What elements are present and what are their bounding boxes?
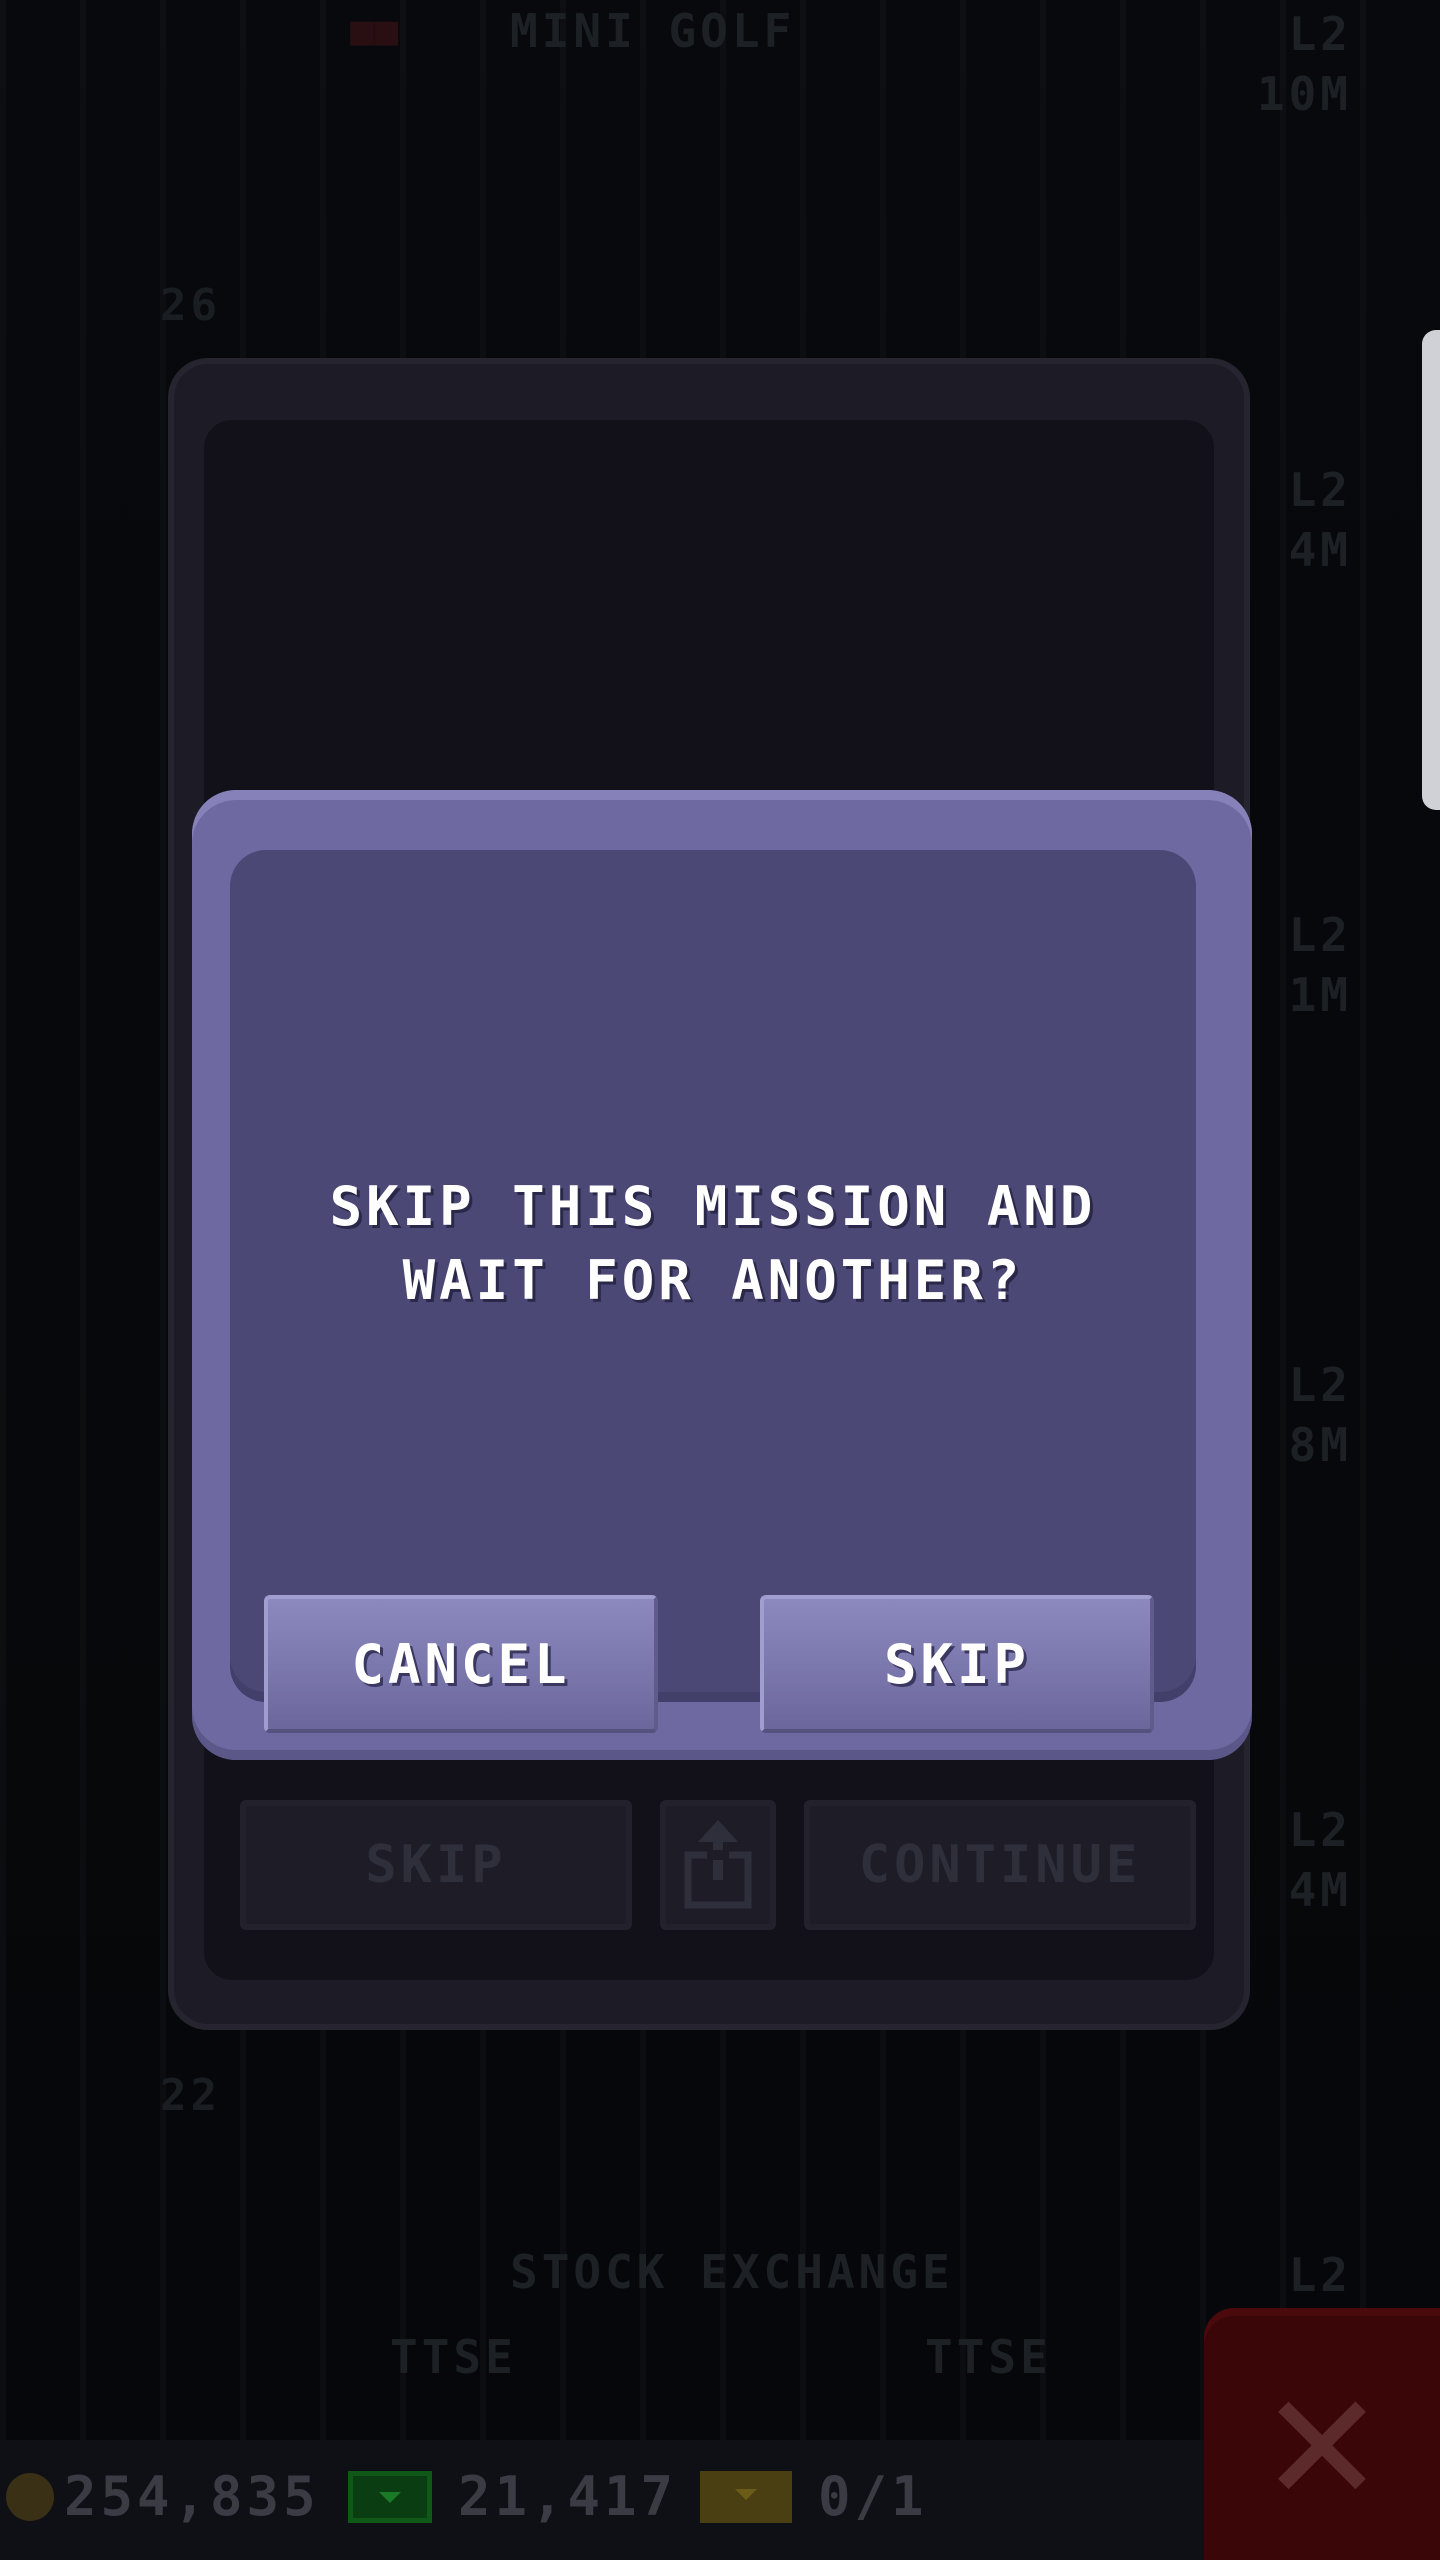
floor-number: 22: [160, 2070, 221, 2121]
stock-label: TTSE: [925, 2330, 1052, 2384]
floor-level: L2 1M: [1288, 908, 1352, 1022]
bux-counter: 21,417: [348, 2465, 677, 2528]
floor-level: L2 10M: [1256, 7, 1352, 121]
coins-value: 254,835: [64, 2465, 320, 2528]
stock-label: TTSE: [390, 2330, 517, 2384]
dialog-body: SKIP THIS MISSION AND WAIT FOR ANOTHER? …: [230, 850, 1196, 1733]
edge-panel-handle[interactable]: [1422, 330, 1440, 810]
share-button[interactable]: [660, 1800, 776, 1930]
coin-icon: [6, 2472, 54, 2521]
close-icon: ✕: [1259, 2362, 1385, 2536]
dialog-message: SKIP THIS MISSION AND WAIT FOR ANOTHER?: [329, 1175, 1097, 1312]
floor-level: L2 4M: [1288, 1803, 1352, 1917]
share-icon: [684, 1820, 752, 1909]
bux-icon: [348, 2470, 432, 2523]
bux-value: 21,417: [458, 2465, 678, 2528]
floor-name-mini-golf: MINI GOLF: [510, 4, 796, 58]
floor-level: L2: [1288, 2248, 1352, 2302]
cancel-button[interactable]: CANCEL: [264, 1595, 658, 1733]
skip-confirm-dialog: SKIP THIS MISSION AND WAIT FOR ANOTHER? …: [192, 790, 1252, 1760]
floor-level: L2 4M: [1288, 463, 1352, 577]
mission-skip-button[interactable]: SKIP: [240, 1800, 632, 1930]
mission-continue-button[interactable]: CONTINUE: [804, 1800, 1196, 1930]
tickets-counter: 0/1: [700, 2465, 928, 2528]
tickets-value: 0/1: [818, 2465, 928, 2528]
close-button[interactable]: ✕: [1204, 2308, 1440, 2560]
floor-number: 26: [160, 280, 221, 331]
coins-counter: 254,835: [6, 2465, 320, 2528]
floor-status-dots: ■■: [350, 8, 399, 54]
floor-level: L2 8M: [1288, 1358, 1352, 1472]
skip-button[interactable]: SKIP: [760, 1595, 1154, 1733]
floor-name-stock-exchange: STOCK EXCHANGE: [510, 2245, 954, 2299]
ticket-icon: [700, 2470, 792, 2523]
